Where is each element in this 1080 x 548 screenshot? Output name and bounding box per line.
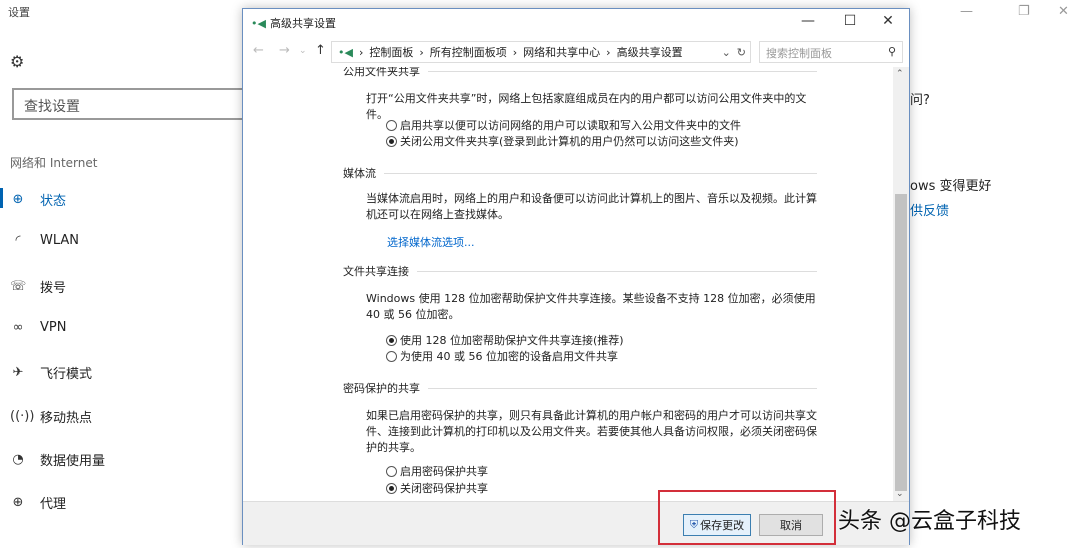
gear-icon[interactable]: ⚙	[10, 52, 24, 71]
sidebar-item-7[interactable]: ⊕ 代理	[10, 493, 66, 512]
sidebar-item-label: 拨号	[40, 280, 67, 296]
sidebar-item-1[interactable]: ◜ WLAN	[10, 233, 79, 248]
search-icon: ⚲	[887, 45, 896, 58]
search-placeholder: 搜索控制面板	[766, 47, 832, 60]
radio-128bit[interactable]: 使用 128 位加密帮助保护文件共享连接(推荐)	[386, 332, 624, 348]
section-title-password: 密码保护的共享	[343, 382, 420, 395]
settings-close-button[interactable]: ✕	[1058, 4, 1069, 19]
watermark: 头条 @云盒子科技	[838, 509, 1021, 534]
settings-title: 设置	[8, 6, 30, 19]
data-usage-icon: ◔	[12, 451, 24, 467]
sidebar-item-label: WLAN	[40, 233, 80, 249]
dialog-title: 高级共享设置	[269, 17, 336, 30]
sidebar-item-3[interactable]: ∞ VPN	[10, 319, 67, 335]
radio-public-off[interactable]: 关闭公用文件夹共享(登录到此计算机的用户仍然可以访问这些文件夹)	[386, 133, 739, 149]
settings-minimize-button[interactable]: —	[960, 4, 973, 19]
hotspot-icon: ((·))	[10, 408, 35, 424]
advanced-sharing-dialog: •◀ 高级共享设置 — ☐ ✕ ← → ⌄ ↑ •◀ › 控制面板 › 所有控制面板…	[242, 8, 910, 545]
sidebar-item-label: 数据使用量	[40, 453, 106, 469]
right-question: 问?	[910, 93, 930, 108]
media-options-link[interactable]: 选择媒体流选项...	[387, 234, 475, 250]
radio-password-off[interactable]: 关闭密码保护共享	[386, 480, 488, 496]
sidebar-item-6[interactable]: ◔ 数据使用量	[10, 450, 105, 469]
selection-indicator	[0, 188, 3, 208]
search-input[interactable]: 搜索控制面板 ⚲	[759, 41, 903, 63]
sidebar-item-label: 代理	[40, 497, 67, 513]
sidebar-item-label: VPN	[40, 319, 67, 335]
feedback-link[interactable]: 供反馈	[910, 200, 949, 219]
sidebar-item-2[interactable]: ☏ 拨号	[10, 277, 66, 296]
scroll-up-icon[interactable]: ⌃	[896, 69, 904, 79]
scrollbar-thumb[interactable]	[895, 194, 907, 491]
minimize-button[interactable]: —	[793, 13, 823, 29]
sidebar-item-label: 状态	[40, 194, 67, 209]
highlight-box	[658, 490, 836, 545]
section-title-file: 文件共享连接	[343, 265, 409, 278]
section-title-media: 媒体流	[343, 167, 376, 180]
breadcrumb[interactable]: •◀ › 控制面板 › 所有控制面板项 › 网络和共享中心 › 高级共享设置 ⌄ ↻	[331, 41, 751, 63]
radio-public-on[interactable]: 启用共享以便可以访问网络的用户可以读取和写入公用文件夹中的文件	[386, 117, 741, 133]
crumb[interactable]: 所有控制面板项	[430, 44, 507, 60]
scroll-down-icon[interactable]: ⌄	[896, 489, 904, 499]
settings-search-input[interactable]: 查找设置	[12, 88, 252, 120]
radio-password-on[interactable]: 启用密码保护共享	[386, 463, 488, 479]
back-icon[interactable]: ←	[253, 43, 264, 58]
sidebar-item-label: 移动热点	[40, 410, 93, 426]
forward-icon[interactable]: →	[279, 43, 290, 58]
crumb[interactable]: 高级共享设置	[617, 44, 683, 60]
recent-chevron-icon[interactable]: ⌄	[299, 46, 307, 56]
network-icon: •◀	[251, 16, 266, 30]
globe-status-icon: ⊕	[12, 192, 24, 207]
category-label: 网络和 Internet	[10, 156, 98, 170]
media-desc: 当媒体流启用时，网络上的用户和设备便可以访问此计算机上的图片、音乐以及视频。此计…	[366, 192, 817, 221]
dialup-icon: ☏	[10, 278, 27, 294]
right-improve-text: ows 变得更好	[910, 179, 992, 194]
refresh-icon[interactable]: ↻	[737, 46, 750, 59]
proxy-icon: ⊕	[12, 495, 24, 511]
airplane-icon: ✈	[12, 365, 24, 381]
network-icon: •◀	[338, 45, 353, 59]
chevron-down-icon[interactable]: ⌄	[722, 46, 731, 59]
crumb[interactable]: 网络和共享中心	[523, 44, 600, 60]
sidebar-item-5[interactable]: ((·)) 移动热点	[10, 407, 92, 426]
settings-restore-button[interactable]: ❐	[1018, 4, 1030, 19]
sidebar-item-label: 飞行模式	[40, 367, 93, 383]
sidebar-item-0[interactable]: ⊕ 状态	[10, 190, 66, 209]
wifi-icon: ◜	[15, 233, 21, 249]
radio-40-56bit[interactable]: 为使用 40 或 56 位加密的设备启用文件共享	[386, 348, 618, 364]
close-button[interactable]: ✕	[873, 13, 903, 29]
section-title-public: 公用文件夹共享	[343, 67, 420, 78]
crumb[interactable]: 控制面板	[369, 44, 413, 60]
vpn-icon: ∞	[12, 319, 24, 335]
up-icon[interactable]: ↑	[315, 43, 326, 58]
sidebar-item-4[interactable]: ✈ 飞行模式	[10, 363, 92, 382]
file-desc: Windows 使用 128 位加密帮助保护文件共享连接。某些设备不支持 128…	[366, 292, 816, 321]
settings-content: 公用文件夹共享 打开“公用文件夹共享”时，网络上包括家庭组成员在内的用户都可以访…	[243, 67, 893, 507]
address-bar: ← → ⌄ ↑ •◀ › 控制面板 › 所有控制面板项 › 网络和共享中心 › 高级共享…	[243, 39, 909, 65]
password-desc: 如果已启用密码保护的共享，则只有具备此计算机的用户帐户和密码的用户才可以访问共享…	[366, 409, 817, 454]
maximize-button[interactable]: ☐	[835, 13, 865, 29]
